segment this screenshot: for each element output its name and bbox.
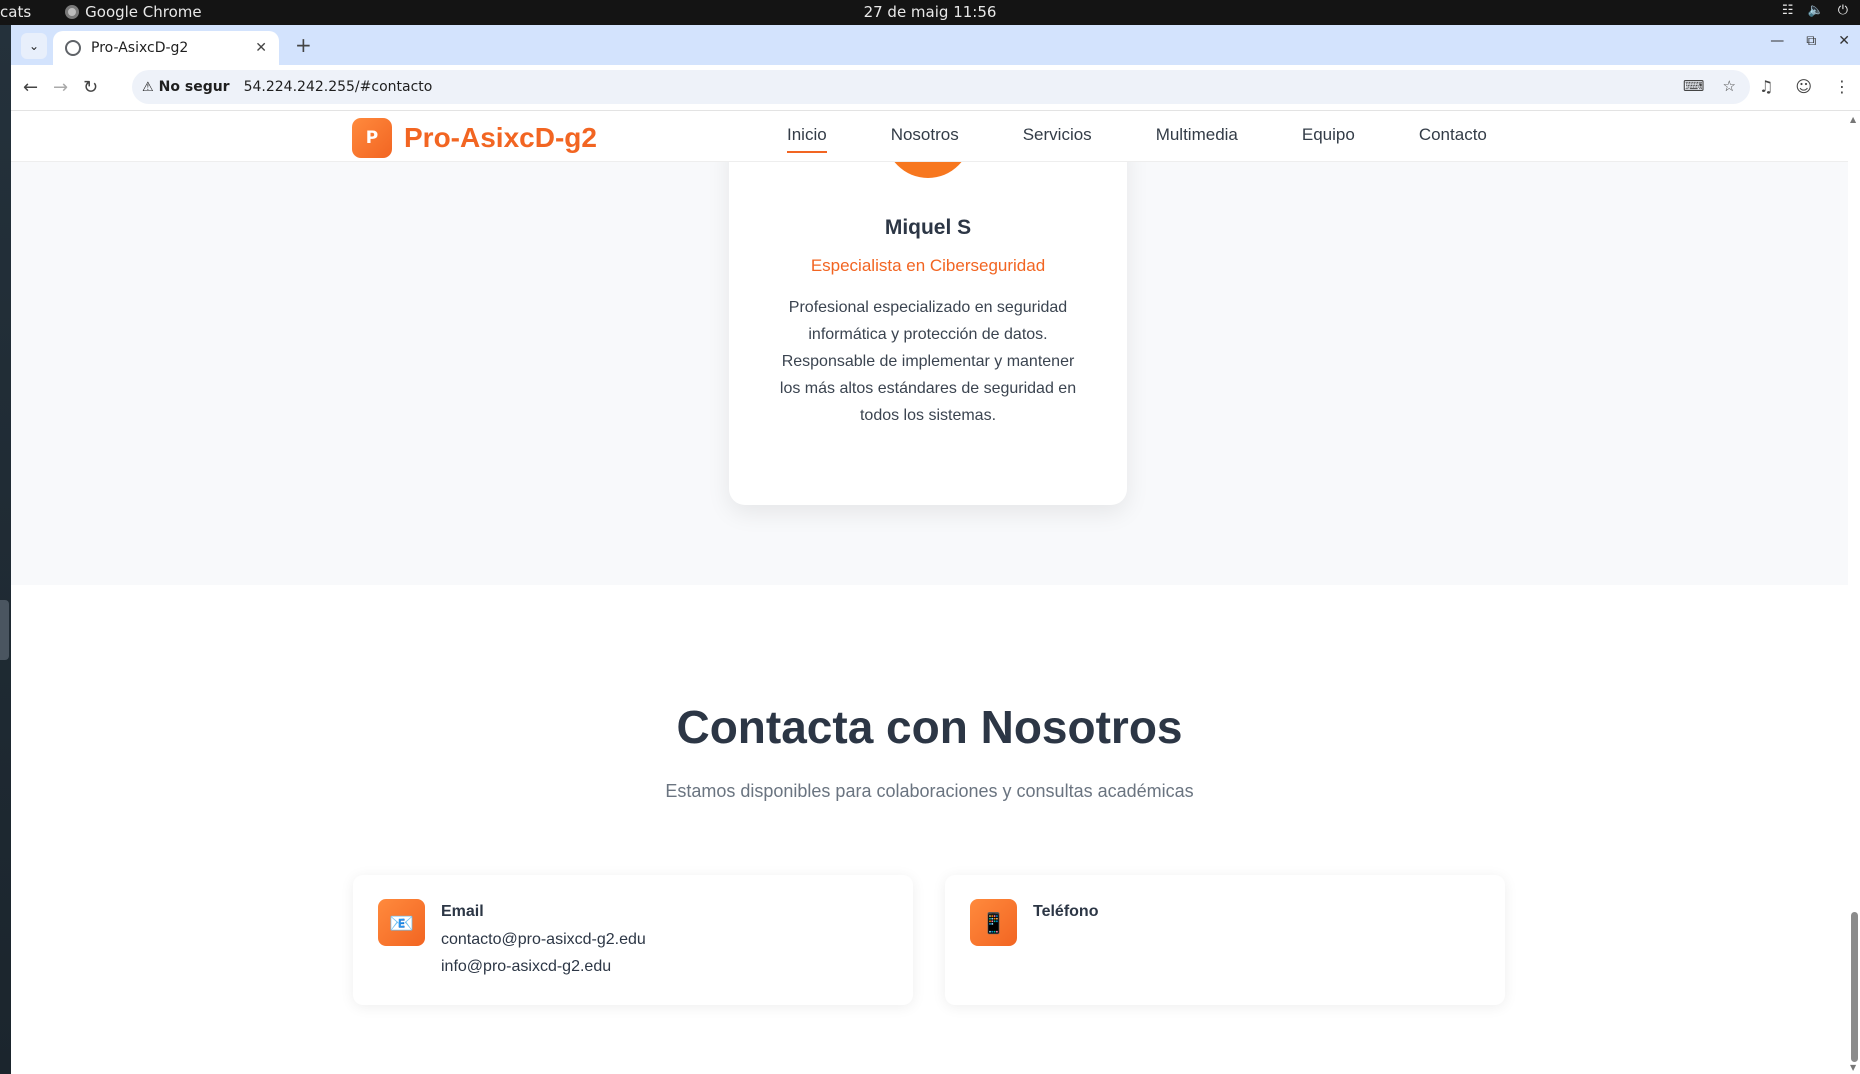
phone-icon: 📱 <box>970 899 1017 946</box>
restore-icon[interactable]: ⧉ <box>1806 33 1816 49</box>
site-header: P Pro-AsixcD-g2 Inicio Nosotros Servicio… <box>11 112 1848 162</box>
menu-icon[interactable]: ⋮ <box>1834 77 1850 96</box>
address-bar[interactable]: ⚠ No segur 54.224.242.255/#contacto ⌨ ☆ <box>132 70 1750 104</box>
nav-servicios[interactable]: Servicios <box>1023 125 1092 145</box>
email-label: Email <box>441 903 484 920</box>
brand-name: Pro-AsixcD-g2 <box>404 122 597 153</box>
scroll-down-icon[interactable]: ▼ <box>1850 1063 1856 1072</box>
network-icon[interactable]: ☷ <box>1782 3 1794 18</box>
member-name: Miquel S <box>884 216 972 239</box>
warning-icon: ⚠ <box>142 79 154 95</box>
power-icon[interactable]: ⏻ <box>1838 3 1848 18</box>
tab-title: Pro-AsixcD-g2 <box>91 40 189 56</box>
forward-icon[interactable]: → <box>53 77 68 98</box>
new-tab-button[interactable]: + <box>295 33 312 57</box>
phone-label: Teléfono <box>1033 903 1099 920</box>
email-address-secondary[interactable]: info@pro-asixcd-g2.edu <box>441 958 611 976</box>
bookmark-star-icon[interactable]: ☆ <box>1723 77 1736 95</box>
desktop-edge <box>0 25 11 1074</box>
logo-icon: P <box>352 118 392 158</box>
main-nav: Inicio Nosotros Servicios Multimedia Equ… <box>787 125 1551 153</box>
member-bio: Profesional especializado en seguridad i… <box>779 299 1077 424</box>
tab-search-button[interactable]: ⌄ <box>21 33 47 59</box>
globe-icon <box>65 40 81 56</box>
security-label: No segur <box>158 79 230 95</box>
email-card: 📧 Email contacto@pro-asixcd-g2.edu info@… <box>353 875 913 1005</box>
nav-nosotros[interactable]: Nosotros <box>891 125 959 145</box>
nav-multimedia[interactable]: Multimedia <box>1156 125 1238 145</box>
profile-icon[interactable]: ☺ <box>1795 77 1812 96</box>
volume-icon[interactable]: 🔈 <box>1808 3 1824 18</box>
minimize-icon[interactable]: — <box>1770 33 1784 49</box>
omnibox-actions: ⌨ ☆ <box>1683 77 1736 95</box>
clock[interactable]: 27 de maig 11:56 <box>864 3 997 21</box>
nav-contacto[interactable]: Contacto <box>1419 125 1487 145</box>
team-member-card: Miquel S Especialista en Ciberseguridad … <box>729 112 1127 505</box>
activities-button[interactable]: cats <box>0 3 31 21</box>
page-scrollbar[interactable]: ▲ ▼ <box>1848 112 1860 1074</box>
tab-strip: ⌄ Pro-AsixcD-g2 ✕ + — ⧉ ✕ <box>11 25 1860 65</box>
member-role: Especialista en Ciberseguridad <box>810 256 1046 275</box>
team-section: Miquel S Especialista en Ciberseguridad … <box>11 112 1848 585</box>
browser-toolbar: ← → ↻ ⚠ No segur 54.224.242.255/#contact… <box>11 65 1860 111</box>
os-top-bar: cats Google Chrome 27 de maig 11:56 ☷ 🔈 … <box>0 0 1860 25</box>
nav-inicio[interactable]: Inicio <box>787 125 827 153</box>
page-viewport: Miquel S Especialista en Ciberseguridad … <box>11 112 1860 1074</box>
security-chip[interactable]: ⚠ No segur <box>142 79 230 95</box>
window-controls: — ⧉ ✕ <box>1770 33 1850 49</box>
url-text[interactable]: 54.224.242.255/#contacto <box>244 79 433 95</box>
close-window-icon[interactable]: ✕ <box>1838 33 1850 49</box>
contact-section: Contacta con Nosotros Estamos disponible… <box>11 585 1848 1074</box>
browser-window: ⌄ Pro-AsixcD-g2 ✕ + — ⧉ ✕ ← → ↻ ⚠ No seg… <box>11 25 1860 1074</box>
phone-card: 📱 Teléfono <box>945 875 1505 1005</box>
chrome-app-icon <box>65 5 80 19</box>
media-controls-icon[interactable]: ♫ <box>1759 77 1773 96</box>
translate-icon[interactable]: ⌨ <box>1683 77 1705 95</box>
back-icon[interactable]: ← <box>23 77 38 98</box>
dock-handle[interactable] <box>0 600 9 660</box>
app-name[interactable]: Google Chrome <box>85 3 202 21</box>
toolbar-actions: ♫ ☺ ⋮ <box>1759 77 1850 96</box>
email-icon: 📧 <box>378 899 425 946</box>
contact-subtitle: Estamos disponibles para colaboraciones … <box>665 781 1194 801</box>
browser-tab[interactable]: Pro-AsixcD-g2 ✕ <box>53 31 279 65</box>
reload-icon[interactable]: ↻ <box>83 77 98 98</box>
nav-equipo[interactable]: Equipo <box>1302 125 1355 145</box>
system-tray[interactable]: ☷ 🔈 ⏻ <box>1782 3 1848 18</box>
contact-title: Contacta con Nosotros <box>676 701 1183 753</box>
scrollbar-thumb[interactable] <box>1851 912 1858 1062</box>
scroll-up-icon[interactable]: ▲ <box>1850 115 1856 124</box>
email-address-primary[interactable]: contacto@pro-asixcd-g2.edu <box>441 931 646 949</box>
brand[interactable]: P Pro-AsixcD-g2 <box>352 118 597 158</box>
close-tab-icon[interactable]: ✕ <box>255 40 267 56</box>
